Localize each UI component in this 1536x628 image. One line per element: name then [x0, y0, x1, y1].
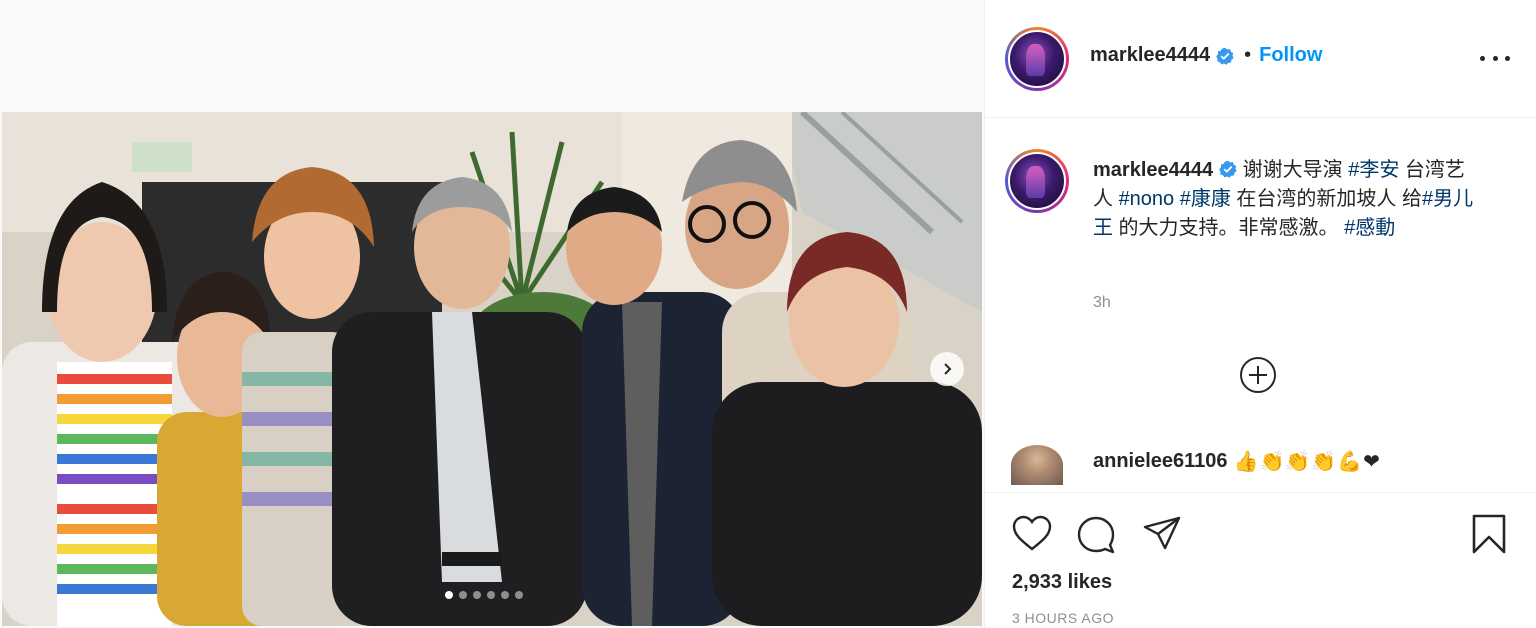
caption-author-avatar[interactable]: [1005, 149, 1069, 213]
hashtag-link[interactable]: #康康: [1180, 188, 1231, 210]
post-media-area: [0, 0, 985, 628]
hashtag-link[interactable]: #感動: [1344, 217, 1395, 239]
carousel-dot: [487, 591, 495, 599]
comment-item: annielee61106 👍👏👏👏💪❤: [1093, 449, 1381, 473]
hashtag-link[interactable]: #李安: [1348, 159, 1399, 181]
author-line: marklee4444 • Follow: [1090, 44, 1322, 67]
verified-badge-icon: [1216, 47, 1234, 65]
carousel-dot: [459, 591, 467, 599]
post-caption: marklee4444 谢谢大导演 #李安 台湾艺人 #nono #康康 在台湾…: [1093, 156, 1483, 243]
caption-text-segment: 谢谢大导演: [1237, 159, 1349, 181]
caption-timestamp[interactable]: 3h: [1093, 294, 1111, 312]
comment-username[interactable]: annielee61106: [1093, 450, 1228, 473]
caption-text-segment: 在台湾的新加坡人 给: [1230, 188, 1422, 210]
carousel-dot: [501, 591, 509, 599]
comment-icon[interactable]: [1076, 515, 1116, 555]
carousel-dot: [515, 591, 523, 599]
chevron-right-icon: [944, 363, 952, 375]
share-icon[interactable]: [1142, 515, 1182, 553]
hashtag-link[interactable]: #nono: [1119, 188, 1175, 210]
separator-dot: •: [1244, 44, 1252, 66]
likes-count[interactable]: 2,933 likes: [1012, 571, 1112, 594]
verified-badge-icon: [1219, 160, 1237, 178]
commenter-avatar[interactable]: [1011, 445, 1063, 485]
post-photo[interactable]: [2, 112, 982, 626]
comment-text: 👍👏👏👏💪❤: [1233, 449, 1381, 473]
carousel-indicator: [445, 591, 523, 599]
heart-icon[interactable]: [1012, 515, 1052, 553]
carousel-dot: [473, 591, 481, 599]
post-timestamp[interactable]: 3 HOURS AGO: [1012, 610, 1114, 626]
post-actions-bar: [985, 492, 1536, 628]
author-username[interactable]: marklee4444: [1090, 44, 1210, 67]
post-side-panel: marklee4444 • Follow marklee4444 谢谢大导演 #…: [985, 0, 1536, 628]
follow-button[interactable]: Follow: [1259, 44, 1322, 67]
author-avatar[interactable]: [1005, 27, 1069, 91]
bookmark-icon[interactable]: [1471, 513, 1507, 555]
next-photo-button[interactable]: [930, 352, 964, 386]
caption-text-segment: 的大力支持。非常感激。: [1113, 217, 1345, 239]
caption-username[interactable]: marklee4444: [1093, 159, 1213, 181]
more-options-icon[interactable]: [1480, 48, 1510, 68]
plus-circle-icon[interactable]: [1239, 356, 1277, 394]
group-photo-illustration: [2, 112, 982, 626]
post-header: marklee4444 • Follow: [985, 0, 1536, 118]
carousel-dot: [445, 591, 453, 599]
